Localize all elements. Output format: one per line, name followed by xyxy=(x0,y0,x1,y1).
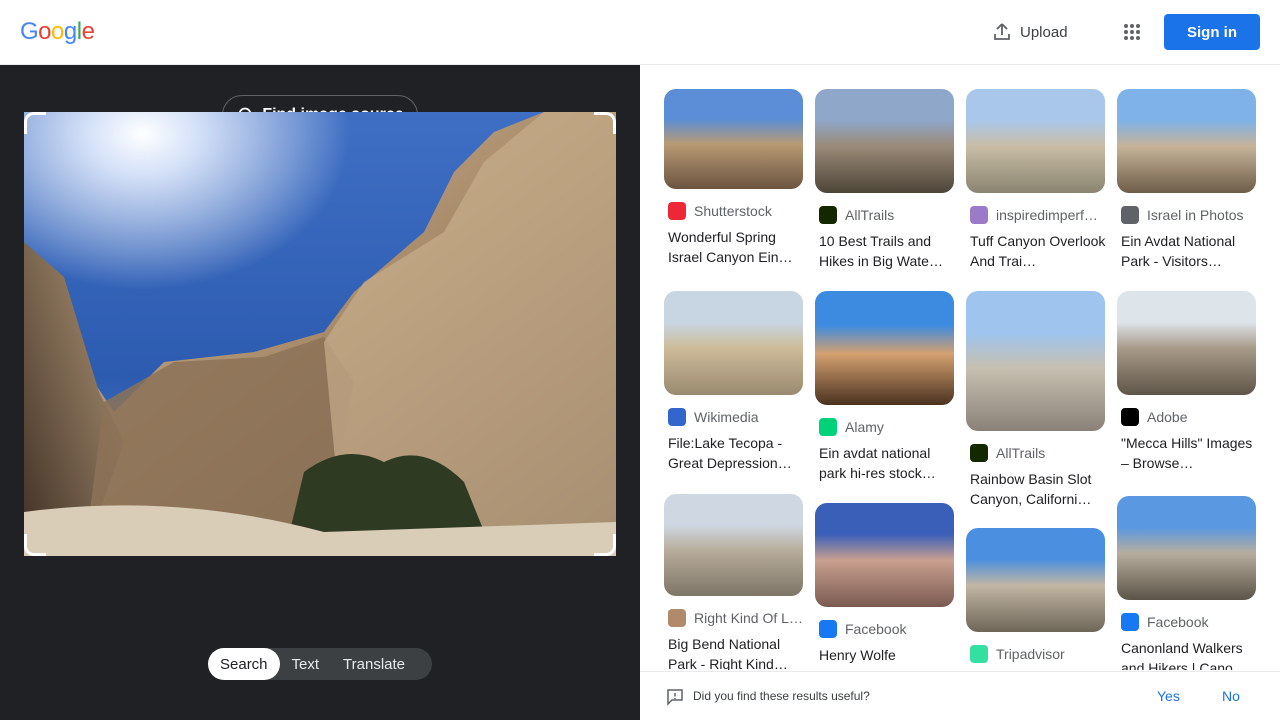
result-title[interactable]: "Mecca Hills" Images – Browse… xyxy=(1121,433,1257,473)
crop-handle-top-left[interactable] xyxy=(24,112,46,134)
query-image[interactable] xyxy=(24,112,616,556)
result-title[interactable]: Wonderful Spring Israel Canyon Ein… xyxy=(668,227,804,267)
result-card[interactable]: inspiredimperf… Tuff Canyon Overlook And … xyxy=(966,89,1106,271)
crop-handle-bottom-left[interactable] xyxy=(24,534,46,556)
result-source[interactable]: Right Kind Of L… xyxy=(664,608,804,628)
result-source-name: Facebook xyxy=(845,621,907,637)
result-source-name: AllTrails xyxy=(996,445,1046,461)
result-thumbnail[interactable] xyxy=(1117,496,1256,600)
heart-icon xyxy=(970,206,988,224)
feedback-bar: Did you find these results useful? Yes N… xyxy=(640,671,1280,720)
result-thumbnail[interactable] xyxy=(664,89,803,189)
result-title[interactable]: Ein avdat national park hi-res stock… xyxy=(819,443,955,483)
feedback-yes-link[interactable]: Yes xyxy=(1157,688,1180,704)
upload-label: Upload xyxy=(1020,23,1068,41)
result-source-name: Tripadvisor xyxy=(996,646,1065,662)
feedback-icon xyxy=(667,689,683,706)
result-thumbnail[interactable] xyxy=(815,89,954,193)
logo-letter: g xyxy=(63,18,77,45)
result-title[interactable]: Henry Wolfe xyxy=(819,645,955,670)
result-card[interactable]: Adobe "Mecca Hills" Images – Browse… xyxy=(1117,291,1257,473)
tripadvisor-icon xyxy=(970,645,988,663)
result-card[interactable]: Tripadvisor xyxy=(966,528,1106,670)
tab-translate[interactable]: Translate xyxy=(331,648,417,680)
result-card[interactable]: AllTrails 10 Best Trails and Hikes in Big… xyxy=(815,89,955,271)
result-thumbnail[interactable] xyxy=(1117,291,1256,395)
visual-matches-grid: Shutterstock Wonderful Spring Israel Cany… xyxy=(640,65,1280,670)
result-source[interactable]: Tripadvisor xyxy=(966,644,1106,664)
sign-in-button[interactable]: Sign in xyxy=(1164,14,1260,50)
result-source-name: inspiredimperf… xyxy=(996,207,1098,223)
tab-search[interactable]: Search xyxy=(208,648,280,680)
result-card[interactable]: Shutterstock Wonderful Spring Israel Cany… xyxy=(664,89,804,267)
alltrails-icon xyxy=(819,206,837,224)
result-card[interactable]: Alamy Ein avdat national park hi-res stoc… xyxy=(815,291,955,483)
result-thumbnail[interactable] xyxy=(664,291,803,395)
google-logo[interactable]: Google xyxy=(20,18,95,46)
site-icon xyxy=(668,609,686,627)
result-thumbnail[interactable] xyxy=(664,494,803,596)
result-source-name: AllTrails xyxy=(845,207,895,223)
result-source[interactable]: Adobe xyxy=(1117,407,1257,427)
result-card[interactable]: Israel in Photos Ein Avdat National Park … xyxy=(1117,89,1257,271)
lens-mode-tabs: Search Text Translate xyxy=(208,648,432,680)
shutterstock-icon xyxy=(668,202,686,220)
result-source-name: Adobe xyxy=(1147,409,1188,425)
result-title[interactable]: Canonland Walkers and Hikers | Cano… xyxy=(1121,638,1257,670)
result-title[interactable]: Rainbow Basin Slot Canyon, Californi… xyxy=(970,469,1106,509)
result-source[interactable]: Facebook xyxy=(815,619,955,639)
result-source-name: Israel in Photos xyxy=(1147,207,1244,223)
result-source-name: Wikimedia xyxy=(694,409,759,425)
result-thumbnail[interactable] xyxy=(1117,89,1256,193)
tab-text[interactable]: Text xyxy=(280,648,332,680)
wikimedia-icon xyxy=(668,408,686,426)
adobe-stock-icon xyxy=(1121,408,1139,426)
result-card[interactable]: AllTrails Rainbow Basin Slot Canyon, Cali… xyxy=(966,291,1106,509)
result-thumbnail[interactable] xyxy=(815,503,954,607)
top-bar: Google Upload Sign in xyxy=(0,0,1280,65)
alltrails-icon xyxy=(970,444,988,462)
result-title[interactable]: 10 Best Trails and Hikes in Big Wate… xyxy=(819,231,955,271)
feedback-no-link[interactable]: No xyxy=(1222,688,1240,704)
result-title[interactable]: File:Lake Tecopa - Great Depression… xyxy=(668,433,804,473)
news-icon xyxy=(1121,206,1139,224)
result-card[interactable]: Right Kind Of L… Big Bend National Park -… xyxy=(664,494,804,670)
result-card[interactable]: Facebook Henry Wolfe xyxy=(815,503,955,670)
feedback-question: Did you find these results useful? xyxy=(693,689,870,703)
result-source[interactable]: Facebook xyxy=(1117,612,1257,632)
logo-letter: e xyxy=(81,18,95,45)
apps-grid-icon[interactable] xyxy=(1120,20,1144,44)
result-title[interactable]: Big Bend National Park - Right Kind… xyxy=(668,634,804,670)
alamy-icon xyxy=(819,418,837,436)
result-source[interactable]: Shutterstock xyxy=(664,201,804,221)
result-card[interactable]: Facebook Canonland Walkers and Hikers | C… xyxy=(1117,496,1257,670)
upload-icon xyxy=(994,23,1010,40)
result-source-name: Shutterstock xyxy=(694,203,772,219)
result-thumbnail[interactable] xyxy=(966,89,1105,193)
logo-letter: o xyxy=(38,18,52,45)
result-source[interactable]: Alamy xyxy=(815,417,955,437)
result-thumbnail[interactable] xyxy=(815,291,954,405)
result-source-name: Facebook xyxy=(1147,614,1209,630)
logo-letter: o xyxy=(51,18,64,45)
result-source-name: Alamy xyxy=(845,419,884,435)
result-source[interactable]: Israel in Photos xyxy=(1117,205,1257,225)
crop-handle-bottom-right[interactable] xyxy=(594,534,616,556)
facebook-icon xyxy=(1121,613,1139,631)
logo-letter: G xyxy=(20,18,39,45)
facebook-icon xyxy=(819,620,837,638)
crop-handle-top-right[interactable] xyxy=(594,112,616,134)
result-thumbnail[interactable] xyxy=(966,291,1105,431)
result-title[interactable]: Ein Avdat National Park - Visitors… xyxy=(1121,231,1257,271)
result-thumbnail[interactable] xyxy=(966,528,1105,632)
upload-button[interactable]: Upload xyxy=(992,20,1068,44)
result-source[interactable]: AllTrails xyxy=(815,205,955,225)
result-source[interactable]: inspiredimperf… xyxy=(966,205,1106,225)
result-source[interactable]: Wikimedia xyxy=(664,407,804,427)
result-title[interactable]: Tuff Canyon Overlook And Trai… xyxy=(970,231,1106,271)
result-source-name: Right Kind Of L… xyxy=(694,610,803,626)
result-source[interactable]: AllTrails xyxy=(966,443,1106,463)
result-card[interactable]: Wikimedia File:Lake Tecopa - Great Depres… xyxy=(664,291,804,473)
